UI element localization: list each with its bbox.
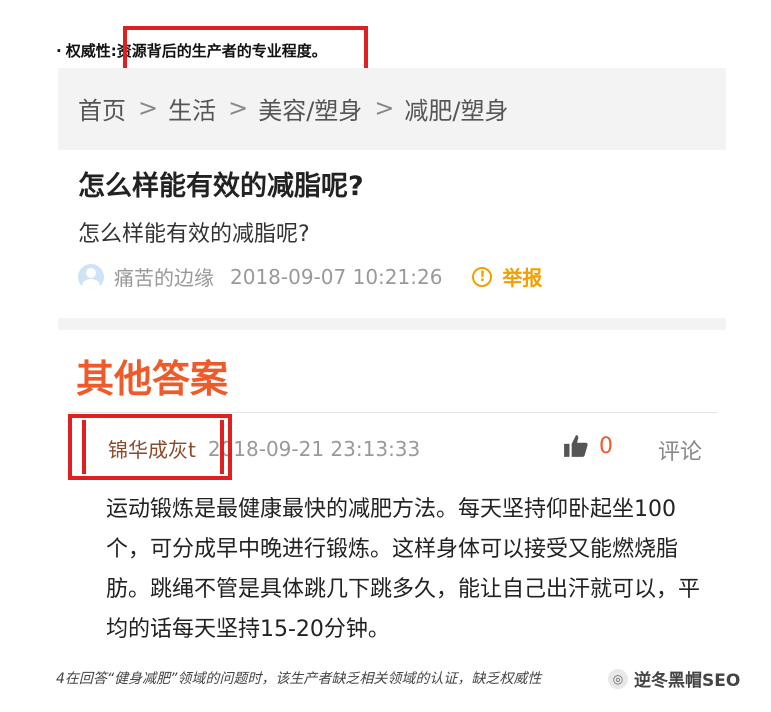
- breadcrumb-separator: >: [374, 94, 395, 122]
- breadcrumb-beauty[interactable]: 美容/塑身: [258, 91, 362, 126]
- answers-heading: 其他答案: [76, 357, 229, 401]
- note-label: 权威性:: [65, 42, 117, 60]
- breadcrumb: 首页 > 生活 > 美容/塑身 > 减肥/塑身: [78, 88, 509, 128]
- watermark: ◎ 逆冬黑帽SEO: [608, 666, 740, 691]
- question-meta: 痛苦的边缘 2018-09-07 10:21:26 ! 举报: [78, 262, 542, 291]
- bullet: ·: [56, 42, 62, 60]
- avatar-icon[interactable]: [78, 263, 104, 290]
- warning-circle-icon: !: [472, 266, 493, 287]
- breadcrumb-life[interactable]: 生活: [168, 91, 216, 126]
- breadcrumb-home[interactable]: 首页: [78, 91, 126, 126]
- question-time: 2018-09-07 10:21:26: [230, 264, 443, 289]
- breadcrumb-weight-loss[interactable]: 减肥/塑身: [404, 91, 508, 126]
- answer-time: 2018-09-21 23:13:33: [207, 436, 421, 461]
- question-title: 怎么样能有效的减脂呢?: [78, 171, 364, 202]
- breadcrumb-separator: >: [228, 94, 249, 122]
- watermark-text: 逆冬黑帽SEO: [634, 671, 741, 691]
- qa-page-screenshot: 首页 > 生活 > 美容/塑身 > 减肥/塑身 怎么样能有效的减脂呢? 怎么样能…: [58, 68, 726, 656]
- comment-button[interactable]: 评论: [658, 434, 702, 466]
- answer-body: 运动锻炼是最健康最快的减肥方法。每天坚持仰卧起坐100个，可分成早中晚进行锻炼。…: [106, 497, 701, 642]
- divider: [68, 412, 718, 413]
- answers-section: 其他答案 锦华成灰t 2018-09-21 23:13:33 0 评论 运动锻炼…: [58, 330, 726, 656]
- report-label: 举报: [502, 266, 543, 290]
- highlight-box-author-inner: [82, 420, 224, 474]
- wechat-icon: ◎: [608, 668, 628, 689]
- like-button[interactable]: 0: [563, 433, 613, 459]
- thumbs-up-icon: [564, 435, 588, 457]
- question-user[interactable]: 痛苦的边缘: [114, 262, 214, 291]
- breadcrumb-separator: >: [138, 94, 159, 122]
- like-count: 0: [599, 433, 613, 459]
- report-button[interactable]: ! 举报: [472, 262, 542, 291]
- question-subtitle: 怎么样能有效的减脂呢?: [78, 222, 310, 247]
- caption: 4在回答“健身减肥”领域的问题时，该生产者缺乏相关领域的认证，缺乏权威性: [56, 671, 542, 687]
- question-card: 怎么样能有效的减脂呢? 怎么样能有效的减脂呢? 痛苦的边缘 2018-09-07…: [58, 150, 726, 318]
